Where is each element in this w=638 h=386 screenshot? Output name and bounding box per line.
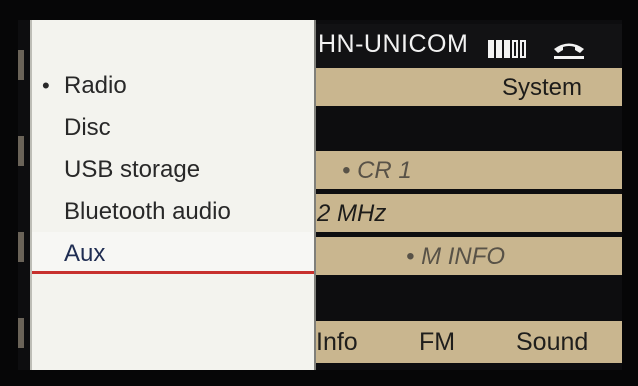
signal-bar: [520, 40, 526, 58]
softkey-sound[interactable]: Sound: [516, 328, 588, 357]
network-operator: HN-UNICOM: [318, 30, 469, 58]
info-band[interactable]: • M INFO: [316, 237, 622, 275]
menu-item-label: USB storage: [64, 156, 201, 183]
frequency-band: 2 MHz: [316, 194, 622, 232]
side-marker: [18, 136, 24, 166]
signal-bar: [488, 40, 494, 58]
signal-bar: [496, 40, 502, 58]
menu-item-label: Radio: [64, 72, 127, 99]
system-label: System: [502, 74, 583, 101]
info-label: • M INFO: [406, 243, 506, 270]
softkey-bar: Info FM Sound: [316, 321, 622, 363]
softkey-info[interactable]: Info: [316, 328, 358, 357]
active-source-bullet: •: [42, 73, 50, 98]
side-marker: [18, 50, 24, 80]
audio-source-menu: • Radio Disc USB storage Bluetooth audio…: [30, 20, 316, 370]
station-band[interactable]: • CR 1: [316, 151, 622, 189]
menu-item-bluetooth-audio[interactable]: Bluetooth audio: [32, 190, 314, 232]
signal-bar: [504, 40, 510, 58]
head-unit-screen: HN-UNICOM System • CR 1 2 MHz • M INFO I…: [18, 20, 622, 370]
side-marker: [18, 232, 24, 262]
menu-item-label: Aux: [64, 240, 106, 267]
phone-handset-icon: [554, 43, 584, 59]
selection-underline: [32, 271, 314, 274]
signal-strength-icon: [488, 40, 526, 58]
menu-item-label: Disc: [64, 114, 111, 141]
softkey-fm[interactable]: FM: [419, 328, 455, 357]
menu-item-radio[interactable]: • Radio: [32, 64, 314, 106]
menu-item-aux[interactable]: Aux: [32, 232, 314, 274]
menu-item-label: Bluetooth audio: [64, 198, 231, 225]
station-label: • CR 1: [342, 157, 412, 184]
menu-item-disc[interactable]: Disc: [32, 106, 314, 148]
screen-side-markers: [18, 20, 26, 370]
signal-bar: [512, 40, 518, 58]
side-marker: [18, 318, 24, 348]
status-bar: HN-UNICOM: [316, 24, 622, 70]
menu-item-usb-storage[interactable]: USB storage: [32, 148, 314, 190]
system-band[interactable]: System: [316, 68, 622, 106]
frequency-text: 2 MHz: [317, 200, 387, 227]
